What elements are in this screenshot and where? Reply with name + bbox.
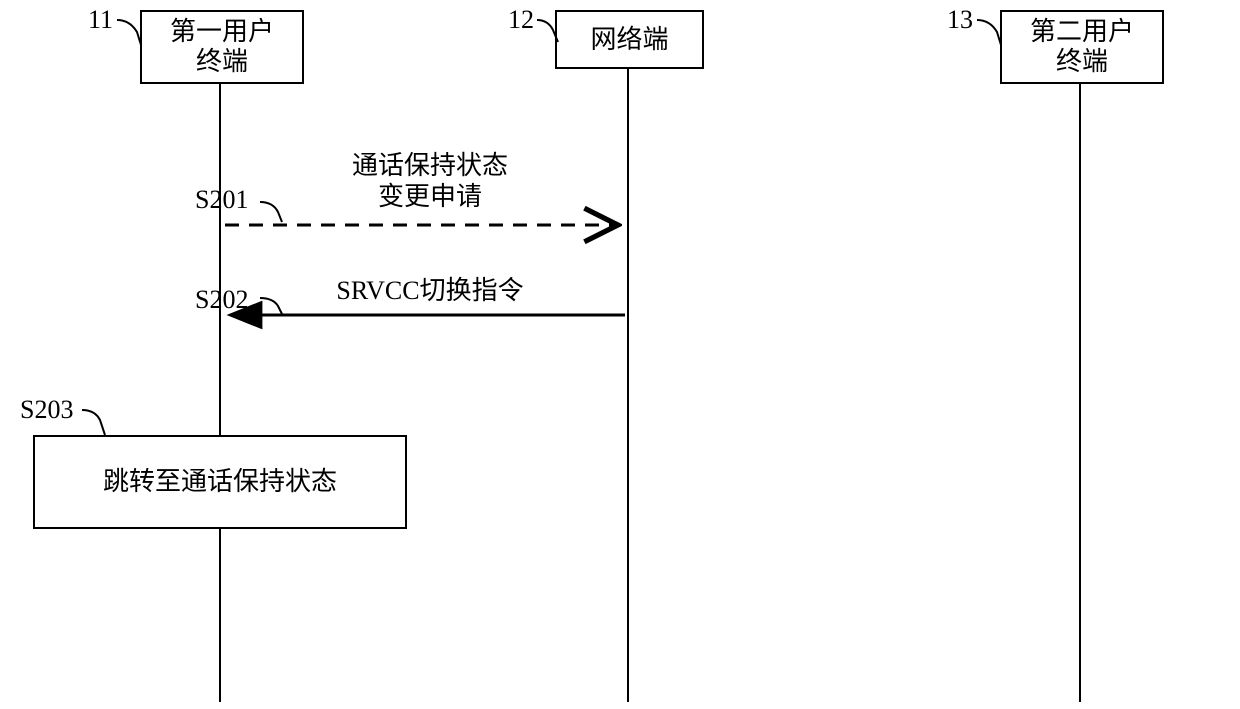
- participant-1-label: 第一用户 终端: [170, 17, 274, 77]
- diagram-overlay: [0, 0, 1240, 709]
- participant-2-box: 网络端: [555, 10, 704, 69]
- sequence-diagram: 11 第一用户 终端 12 网络端 13 第二用户 终端 通话保持状态 变更申请…: [0, 0, 1240, 709]
- participant-2-ref: 12: [508, 5, 534, 35]
- message-1-seq: S201: [195, 185, 248, 215]
- step-3-box: 跳转至通话保持状态: [33, 435, 407, 529]
- participant-1-lifeline: [219, 82, 221, 702]
- participant-3-label: 第二用户 终端: [1030, 17, 1134, 77]
- message-2-text: SRVCC切换指令: [310, 270, 550, 307]
- message-1-text: 通话保持状态 变更申请: [310, 150, 550, 212]
- step-3-text: 跳转至通话保持状态: [103, 467, 337, 497]
- participant-1-box: 第一用户 终端: [140, 10, 304, 84]
- participant-3-lifeline: [1079, 82, 1081, 702]
- step-3-seq: S203: [20, 395, 73, 425]
- message-2-seq: S202: [195, 285, 248, 315]
- participant-1-ref: 11: [88, 5, 113, 35]
- participant-3-ref: 13: [947, 5, 973, 35]
- participant-3-box: 第二用户 终端: [1000, 10, 1164, 84]
- participant-2-lifeline: [627, 67, 629, 702]
- participant-2-label: 网络端: [590, 25, 668, 55]
